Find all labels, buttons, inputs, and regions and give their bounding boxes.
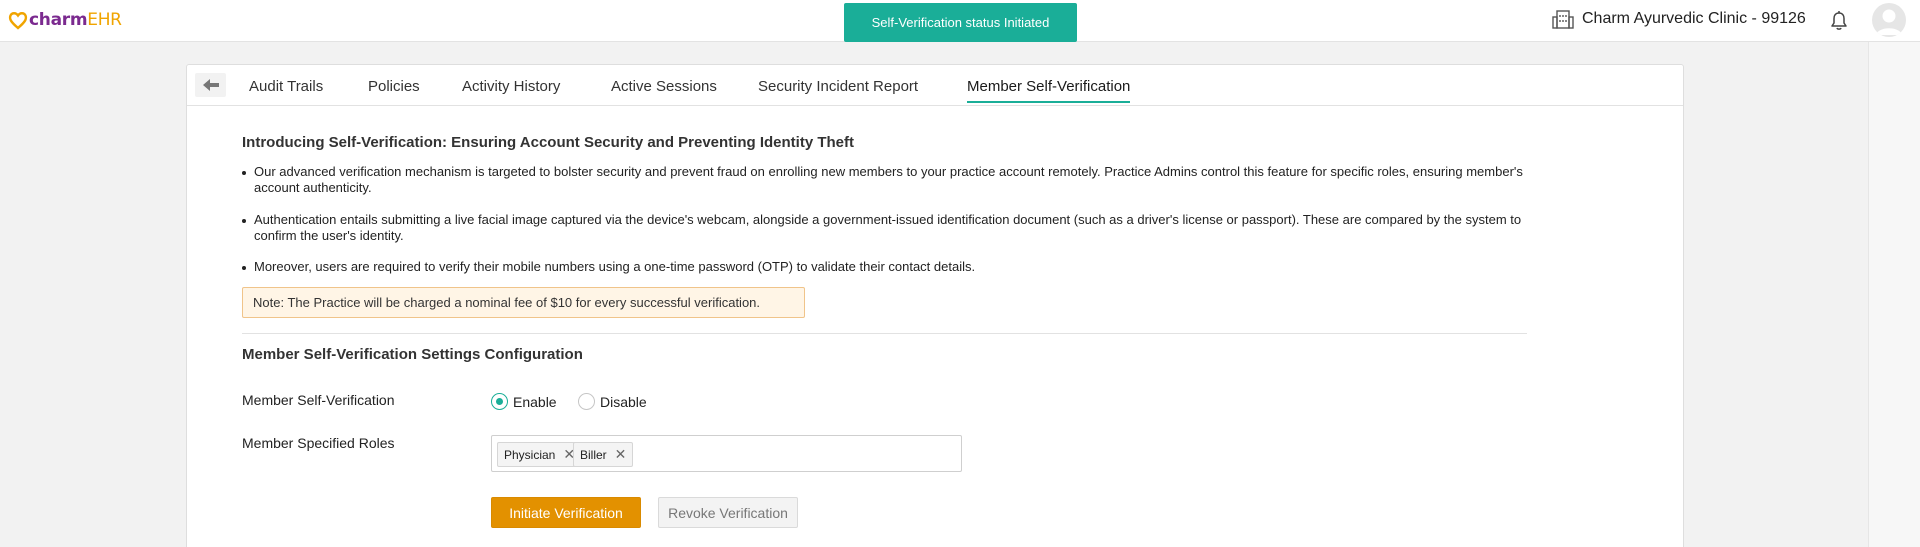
tab-bar: Audit Trails Policies Activity History A… — [187, 65, 1683, 106]
tab-member-self-verification[interactable]: Member Self-Verification — [967, 78, 1131, 103]
back-button[interactable] — [195, 73, 226, 97]
security-settings-card: Audit Trails Policies Activity History A… — [186, 64, 1684, 547]
role-chip-label: Physician — [504, 447, 556, 462]
intro-title: Introducing Self-Verification: Ensuring … — [242, 134, 855, 151]
back-arrow-icon — [202, 79, 219, 91]
role-chip-label: Biller — [580, 447, 607, 462]
clinic-selector[interactable]: Charm Ayurvedic Clinic - 99126 — [1552, 9, 1806, 29]
intro-bullet: Our advanced verification mechanism is t… — [242, 164, 1532, 212]
tab-activity-history[interactable]: Activity History — [462, 78, 560, 95]
user-avatar[interactable] — [1872, 3, 1906, 37]
revoke-verification-button[interactable]: Revoke Verification — [658, 497, 798, 528]
disable-radio[interactable]: Disable — [578, 393, 647, 410]
bell-icon[interactable] — [1829, 10, 1849, 32]
tab-security-incident-report[interactable]: Security Incident Report — [758, 78, 918, 95]
role-chip-physician: Physician ✕ — [497, 442, 583, 467]
right-scroll-panel — [1868, 42, 1920, 547]
charmehr-logo[interactable]: charm EHR — [8, 9, 122, 31]
tab-policies[interactable]: Policies — [368, 78, 420, 95]
enable-label: Enable — [513, 393, 557, 410]
tab-audit-trails[interactable]: Audit Trails — [249, 78, 323, 95]
logo-text-charm: charm — [29, 10, 88, 30]
role-chip-biller: Biller ✕ — [573, 442, 634, 467]
disable-label: Disable — [600, 393, 647, 410]
section-divider — [242, 333, 1527, 334]
enable-radio[interactable]: Enable — [491, 393, 557, 410]
user-silhouette-icon — [1876, 9, 1902, 35]
status-toast: Self-Verification status Initiated — [844, 3, 1077, 42]
clinic-name: Charm Ayurvedic Clinic - 99126 — [1582, 10, 1806, 27]
remove-role-icon[interactable]: ✕ — [615, 446, 627, 463]
intro-bullet: Authentication entails submitting a live… — [242, 212, 1532, 259]
building-icon — [1552, 10, 1574, 29]
top-bar: charm EHR Self-Verification status Initia… — [0, 0, 1920, 42]
tab-active-sessions[interactable]: Active Sessions — [611, 78, 717, 95]
heart-logo-icon — [8, 12, 28, 30]
intro-bullet-list: Our advanced verification mechanism is t… — [242, 164, 1532, 275]
intro-bullet: Moreover, users are required to verify t… — [242, 259, 1532, 275]
radio-selected-icon — [491, 393, 508, 410]
logo-text-ehr: EHR — [87, 10, 122, 30]
specified-roles-label: Member Specified Roles — [242, 435, 395, 451]
self-verification-label: Member Self-Verification — [242, 392, 395, 408]
initiate-verification-button[interactable]: Initiate Verification — [491, 497, 641, 528]
settings-title: Member Self-Verification Settings Config… — [242, 346, 583, 363]
radio-unselected-icon — [578, 393, 595, 410]
fee-note: Note: The Practice will be charged a nom… — [242, 287, 805, 318]
roles-multiselect[interactable]: Physician ✕ Biller ✕ — [491, 435, 962, 472]
